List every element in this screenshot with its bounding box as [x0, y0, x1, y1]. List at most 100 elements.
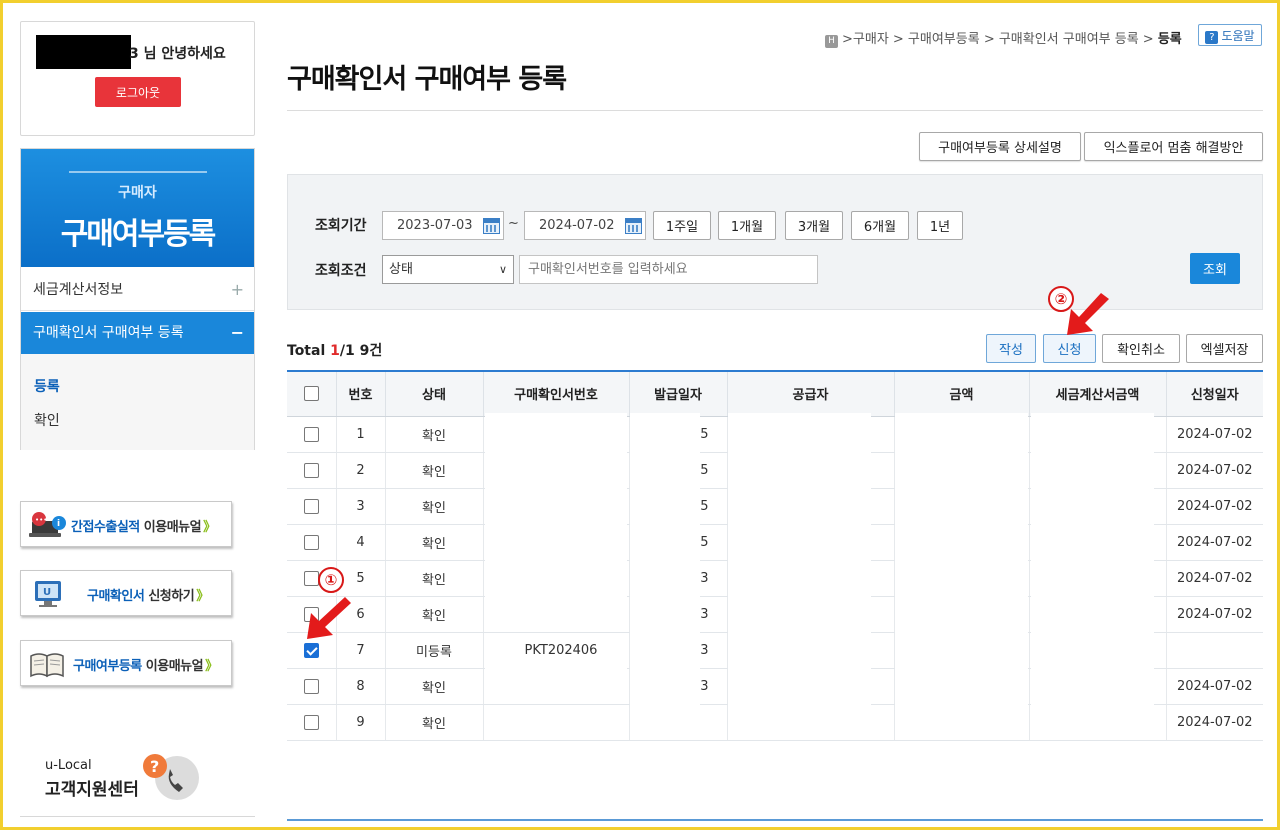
period-6month-button[interactable]: 6개월: [851, 211, 909, 240]
minus-icon: −: [230, 323, 244, 342]
chevron-down-icon: ∨: [498, 263, 507, 276]
row-apply-date: 2024-07-02: [1165, 452, 1263, 489]
row-checkbox[interactable]: [303, 498, 319, 514]
write-button[interactable]: 작성: [986, 334, 1036, 363]
row-number: 4: [335, 524, 385, 561]
checkbox-cell[interactable]: [287, 704, 336, 741]
checkbox-cell[interactable]: [287, 452, 336, 489]
row-checkbox[interactable]: [303, 462, 319, 478]
svg-text:i: i: [57, 519, 60, 529]
period-1month-button[interactable]: 1개월: [718, 211, 776, 240]
detail-description-button[interactable]: 구매여부등록 상세설명: [919, 132, 1081, 161]
redaction-mask: [630, 413, 700, 713]
checkbox-cell[interactable]: [287, 416, 336, 453]
row-apply-date: 2024-07-02: [1165, 668, 1263, 705]
checkbox-cell[interactable]: [287, 524, 336, 561]
row-number: 1: [335, 416, 385, 453]
redaction-mask: [895, 413, 1028, 713]
date-to-input[interactable]: 2024-07-02: [524, 211, 646, 240]
period-3month-button[interactable]: 3개월: [785, 211, 843, 240]
range-separator: ~: [508, 216, 519, 231]
row-checkbox[interactable]: [303, 678, 319, 694]
cancel-confirmation-button[interactable]: 확인취소: [1102, 334, 1180, 363]
period-1year-button[interactable]: 1년: [917, 211, 963, 240]
date-from-input[interactable]: 2023-07-03: [382, 211, 504, 240]
greeting-text: 3 님 안녕하세요: [129, 46, 226, 62]
redaction-mask: [728, 413, 871, 713]
banner-text: 구매여부등록 이용매뉴얼 》: [73, 659, 218, 674]
checkbox-cell[interactable]: [287, 488, 336, 525]
row-apply-date: 2024-07-02: [1165, 416, 1263, 453]
select-all-checkbox[interactable]: [303, 386, 319, 402]
logout-button[interactable]: 로그아웃: [95, 77, 181, 107]
column-header: 상태: [384, 370, 483, 417]
sidebar-item-tax-invoice[interactable]: 세금계산서정보 +: [21, 269, 254, 311]
row-document-number[interactable]: PKT202406: [482, 632, 629, 669]
svg-text:•••: •••: [35, 516, 47, 524]
redaction-mask: [485, 667, 627, 703]
column-header: 세금계산서금액: [1028, 370, 1166, 417]
svg-text:U: U: [43, 587, 51, 598]
excel-export-button[interactable]: 엑셀저장: [1186, 334, 1263, 363]
chevron-right-icon: 》: [205, 659, 218, 674]
sidebar-item-label: 구매확인서 구매여부 등록: [33, 325, 184, 341]
side-menu-subtitle: 구매자: [118, 185, 157, 201]
submenu-item-register[interactable]: 등록: [34, 376, 60, 396]
red-arrow-icon: [1067, 293, 1109, 335]
home-icon[interactable]: H: [825, 35, 838, 48]
svg-text:?: ?: [150, 757, 159, 776]
plus-icon: +: [230, 280, 244, 299]
ie-freeze-fix-button[interactable]: 익스플로어 멈춤 해결방안: [1084, 132, 1263, 161]
search-button[interactable]: 조회: [1190, 253, 1240, 284]
phone-question-icon[interactable]: ?: [141, 748, 201, 804]
calendar-icon[interactable]: [625, 218, 642, 234]
title-divider: [287, 110, 1263, 111]
column-header: 구매확인서번호: [482, 370, 629, 417]
row-apply-date: 2024-07-02: [1165, 560, 1263, 597]
row-checkbox[interactable]: [303, 534, 319, 550]
column-header: 신청일자: [1165, 370, 1263, 417]
row-apply-date: 2024-07-02: [1165, 488, 1263, 525]
banner-export-manual[interactable]: ••• i 간접수출실적 이용매뉴얼 》: [20, 501, 232, 547]
redaction-mask: [485, 413, 627, 631]
breadcrumb: H >구매자 > 구매여부등록 > 구매확인서 구매여부 등록 > 등록: [825, 28, 1182, 48]
row-status: 확인: [384, 560, 483, 597]
row-apply-date: 2024-07-02: [1165, 524, 1263, 561]
row-apply-date: [1165, 632, 1263, 669]
side-menu-title: 구매여부등록: [60, 217, 217, 252]
page-title: 구매확인서 구매여부 등록: [287, 64, 567, 95]
monitor-icon: U: [35, 581, 61, 607]
row-status: 확인: [384, 488, 483, 525]
sidebar-item-purchase-registration[interactable]: 구매확인서 구매여부 등록 −: [21, 312, 254, 354]
banner-apply-confirmation[interactable]: U 구매확인서 신청하기 》: [20, 570, 232, 616]
laptop-icon: ••• i: [29, 512, 66, 537]
select-all-cell[interactable]: [287, 370, 336, 417]
checkbox-cell[interactable]: [287, 668, 336, 705]
breadcrumb-path: >구매자 > 구매여부등록 > 구매확인서 구매여부 등록 >: [842, 32, 1158, 47]
book-icon: [30, 653, 64, 678]
row-status: 확인: [384, 596, 483, 633]
sidebar-divider: [20, 816, 255, 817]
document-number-input[interactable]: [519, 255, 818, 284]
row-document-number[interactable]: [482, 704, 629, 741]
period-1week-button[interactable]: 1주일: [653, 211, 711, 240]
calendar-icon[interactable]: [483, 218, 500, 234]
condition-select[interactable]: 상태 ∨: [382, 255, 514, 284]
chevron-right-icon: 》: [203, 520, 216, 535]
row-status: 확인: [384, 668, 483, 705]
row-checkbox[interactable]: [303, 426, 319, 442]
banner-registration-manual[interactable]: 구매여부등록 이용매뉴얼 》: [20, 640, 232, 686]
row-checkbox[interactable]: [303, 714, 319, 730]
condition-label: 조회조건: [315, 263, 367, 279]
redaction-mask: [1031, 413, 1154, 713]
submenu-item-confirm[interactable]: 확인: [34, 410, 60, 430]
help-button[interactable]: ? 도움말: [1198, 24, 1262, 46]
row-number: 3: [335, 488, 385, 525]
column-header: 발급일자: [628, 370, 727, 417]
table-header-row: 번호 상태 구매확인서번호 발급일자 공급자 금액 세금계산서금액 신청일자: [287, 370, 1263, 417]
login-box: 3 님 안녕하세요 로그아웃: [20, 21, 255, 136]
side-menu: 구매자 구매여부등록 세금계산서정보 + 구매확인서 구매여부 등록 − 등록 …: [20, 148, 255, 450]
row-checkbox[interactable]: [303, 642, 319, 658]
row-checkbox[interactable]: [303, 570, 319, 586]
row-status: 확인: [384, 452, 483, 489]
